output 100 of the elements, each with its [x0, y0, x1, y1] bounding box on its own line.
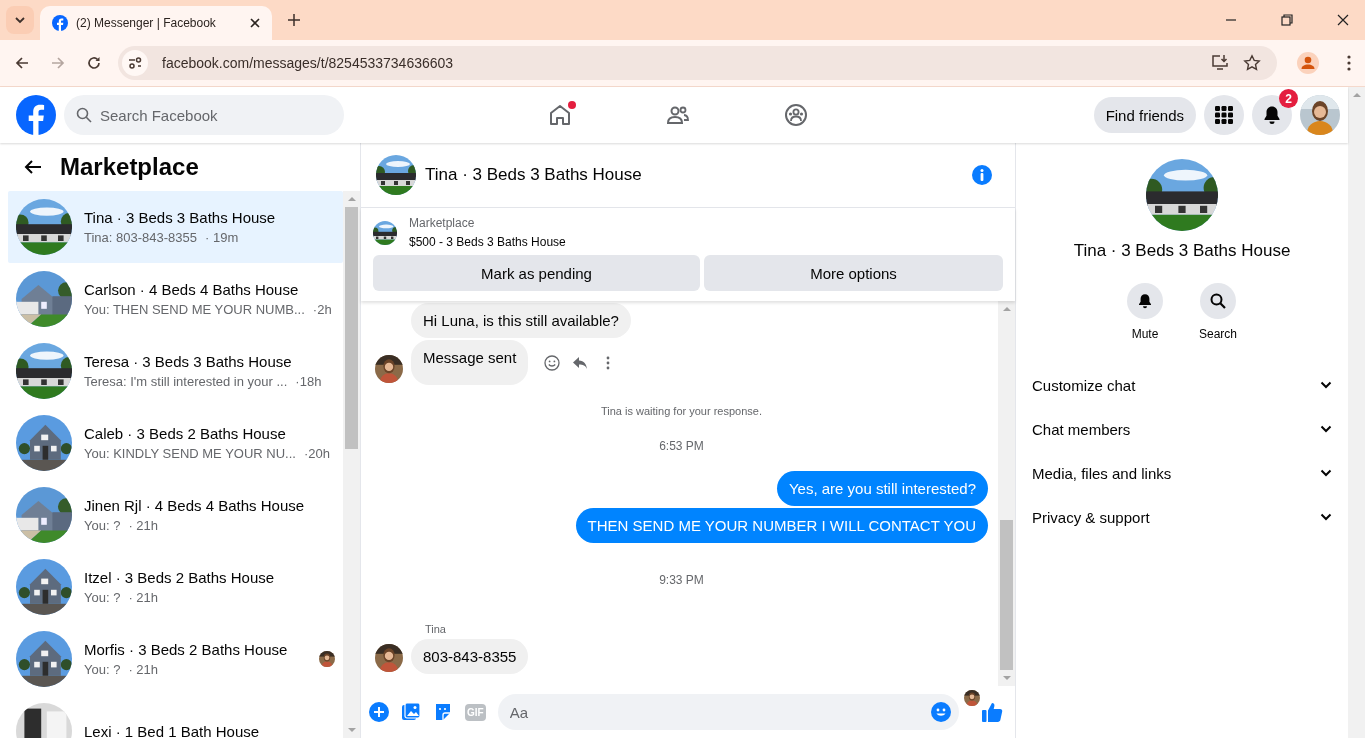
message-bubble: Hi Luna, is this still available?: [411, 303, 631, 338]
action-label: Search: [1199, 327, 1237, 341]
restore-icon[interactable]: [1281, 14, 1293, 26]
reply-icon[interactable]: [572, 355, 589, 371]
action-button[interactable]: [1200, 283, 1236, 319]
conversation-item[interactable]: Jinen Rjl · 4 Beds 4 Baths House You: ? · 21h: [8, 479, 343, 551]
conversation-item[interactable]: Carlson · 4 Beds 4 Baths House You: THEN SEND ME YOUR NUMB... ·2h: [8, 263, 343, 335]
smiley-icon[interactable]: [544, 355, 561, 371]
conversation-item[interactable]: Lexi · 1 Bed 1 Bath House: [8, 695, 343, 738]
message-time: · 21h: [128, 518, 159, 533]
bell-icon: [1262, 105, 1282, 125]
notification-dot: [568, 101, 576, 109]
sender-name: Tina: [425, 623, 446, 635]
reload-icon[interactable]: [86, 55, 102, 71]
address-bar[interactable]: facebook.com/messages/t/8254533734636603: [118, 46, 1277, 80]
chat-title: Tina · 3 Beds 3 Baths House: [425, 165, 642, 185]
settings-section[interactable]: Customize chat: [1032, 363, 1332, 407]
message-time: ·20h: [303, 446, 330, 461]
scrollbar[interactable]: [998, 301, 1015, 686]
chevron-down-icon: [1320, 467, 1332, 479]
search-field[interactable]: Search Facebook: [64, 95, 344, 135]
scrollbar[interactable]: [343, 191, 360, 738]
notifications-button[interactable]: [1252, 95, 1292, 135]
conversation-name: Lexi · 1 Bed 1 Bath House: [84, 722, 261, 738]
conversation-name: Caleb · 3 Beds 2 Baths House: [84, 425, 287, 442]
sticker-icon[interactable]: [433, 702, 453, 722]
message-bubble: Yes, are you still interested?: [776, 471, 988, 506]
back-icon[interactable]: [14, 55, 30, 71]
message-preview: You: KINDLY SEND ME YOUR NU...: [84, 446, 296, 461]
listing-action-button[interactable]: Mark as pending: [373, 255, 700, 291]
message-bubble: THEN SEND ME YOUR NUMBER I WILL CONTACT YOU: [575, 508, 988, 543]
chevron-down-icon: [1320, 423, 1332, 435]
thumbs-up-icon[interactable]: [981, 701, 1003, 723]
message-preview: You: ?: [84, 590, 121, 605]
section-title: Media, files and links: [1032, 464, 1172, 482]
message-time: · 21h: [128, 662, 159, 677]
browser-tab[interactable]: (2) Messenger | Facebook: [40, 6, 272, 40]
message-bubble: 803-843-8355: [411, 639, 529, 674]
menu-button[interactable]: [1204, 95, 1244, 135]
close-icon[interactable]: [1337, 14, 1349, 26]
plus-icon[interactable]: [369, 702, 389, 722]
back-arrow-icon[interactable]: [24, 158, 42, 176]
tab-list-button[interactable]: [6, 6, 34, 34]
image-icon[interactable]: [401, 702, 421, 722]
facebook-logo-icon[interactable]: [16, 95, 56, 135]
message-preview: You: THEN SEND ME YOUR NUMB...: [84, 302, 305, 317]
emoji-icon[interactable]: [931, 702, 951, 722]
conversation-item[interactable]: Morfis · 3 Beds 2 Baths House You: ? · 21h: [8, 623, 343, 695]
settings-section[interactable]: Media, files and links: [1032, 451, 1332, 495]
action-label: Mute: [1131, 327, 1159, 341]
grid-icon: [1214, 105, 1234, 125]
profile-icon[interactable]: [1297, 52, 1319, 74]
conversation-item[interactable]: Itzel · 3 Beds 2 Baths House You: ? · 21h: [8, 551, 343, 623]
scrollbar-thumb[interactable]: [345, 207, 358, 449]
conversation-item[interactable]: Tina · 3 Beds 3 Baths House Tina: 803-843-8355 · 19m: [8, 191, 343, 263]
conversation-name: Itzel · 3 Beds 2 Baths House: [84, 569, 276, 586]
bell-icon: [1137, 293, 1153, 309]
listing-source: Marketplace: [409, 216, 476, 230]
listing-title: $500 - 3 Beds 3 Baths House: [409, 235, 566, 249]
install-app-icon[interactable]: [1211, 54, 1229, 72]
caret-icon: [15, 15, 25, 25]
message-bubble: Message sent: [411, 340, 529, 385]
notification-badge: 2: [1279, 89, 1298, 108]
message-preview: You: ?: [84, 518, 121, 533]
close-icon[interactable]: [250, 18, 260, 28]
conversation-name: Jinen Rjl · 4 Beds 4 Baths House: [84, 497, 306, 514]
section-title: Chat members: [1032, 420, 1131, 438]
message-time: ·2h: [312, 302, 332, 317]
timestamp: 6:53 PM: [659, 439, 704, 453]
status-notice: Tina is waiting for your response.: [601, 405, 762, 417]
message-field[interactable]: Aa: [497, 694, 959, 730]
site-settings-icon[interactable]: [122, 50, 148, 76]
search-icon: [76, 107, 92, 123]
listing-action-button[interactable]: More options: [704, 255, 1003, 291]
action-button[interactable]: [1127, 283, 1163, 319]
section-title: Privacy & support: [1032, 508, 1150, 526]
tab-title: (2) Messenger | Facebook: [76, 16, 217, 30]
conversation-item[interactable]: Teresa · 3 Beds 3 Baths House Teresa: I'm still interested in your ... ·18h: [8, 335, 343, 407]
menu-icon[interactable]: [1347, 55, 1351, 71]
scrollbar[interactable]: [1348, 87, 1365, 738]
conversation-item[interactable]: Caleb · 3 Beds 2 Baths House You: KINDLY SEND ME YOUR NU... ·20h: [8, 407, 343, 479]
conversation-name: Teresa · 3 Beds 3 Baths House: [84, 353, 293, 370]
groups-icon: [784, 103, 808, 127]
settings-section[interactable]: Privacy & support: [1032, 495, 1332, 539]
star-icon[interactable]: [1243, 54, 1261, 72]
url-text: facebook.com/messages/t/8254533734636603: [162, 55, 454, 71]
message-preview: Teresa: I'm still interested in your ...: [84, 374, 288, 389]
new-tab-icon[interactable]: [288, 14, 300, 26]
message-time: · 19m: [205, 230, 239, 245]
info-icon[interactable]: [971, 164, 993, 186]
settings-section[interactable]: Chat members: [1032, 407, 1332, 451]
facebook-logo-icon: [52, 15, 68, 31]
conversation-name: Tina · 3 Beds 3 Baths House: [84, 209, 277, 226]
scrollbar-thumb[interactable]: [1000, 520, 1013, 670]
contact-name: Tina · 3 Beds 3 Baths House: [1073, 241, 1291, 261]
message-preview: Tina: 803-843-8355: [84, 230, 197, 245]
sidebar-title: Marketplace: [60, 153, 199, 181]
chevron-down-icon: [1320, 511, 1332, 523]
message-time: ·18h: [295, 374, 322, 389]
find-friends-button[interactable]: Find friends: [1093, 97, 1196, 133]
